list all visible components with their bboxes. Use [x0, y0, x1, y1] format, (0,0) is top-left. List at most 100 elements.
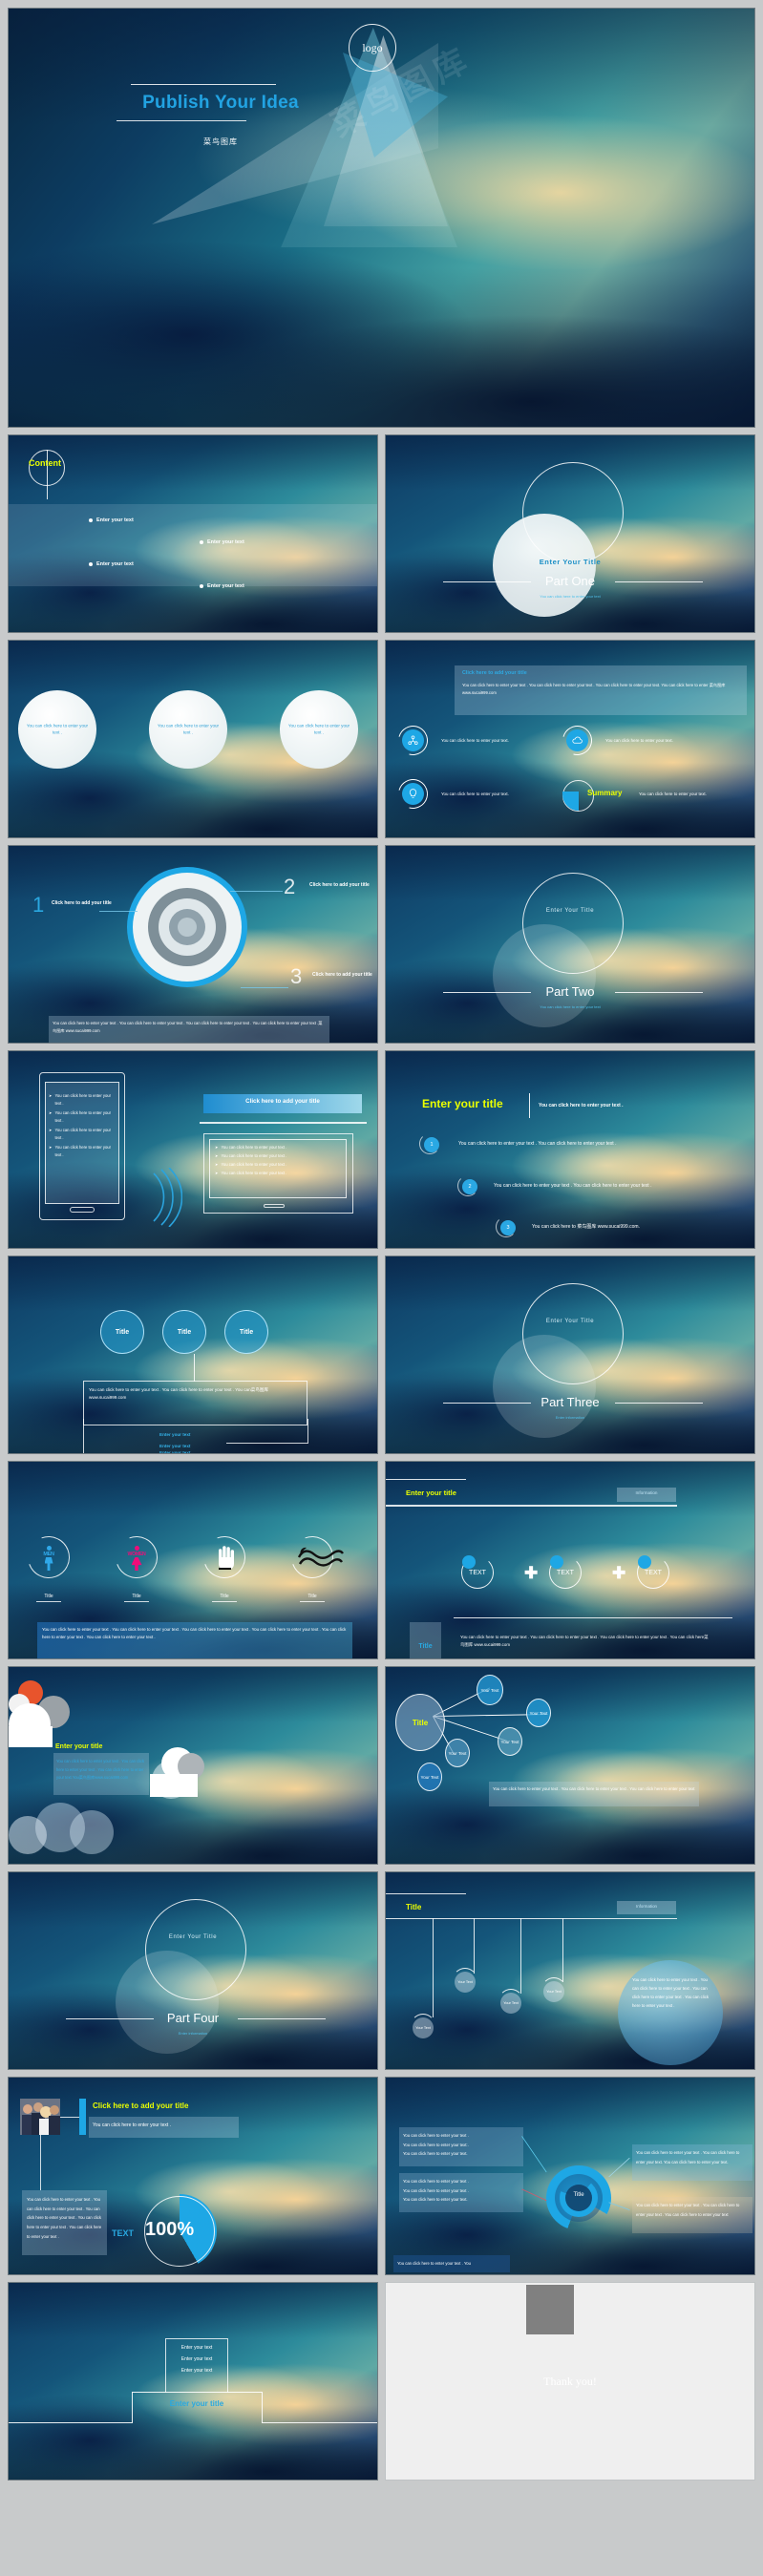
mindmap-center[interactable]: Title — [395, 1694, 445, 1751]
donut-connectors — [521, 2136, 630, 2211]
list-item[interactable]: ➤ You can click here to enter your text … — [215, 1152, 339, 1160]
signal-waves-icon — [153, 1168, 182, 1227]
list-item[interactable]: Enter your text — [89, 561, 134, 567]
timeline-node[interactable]: Your Text — [413, 2017, 434, 2038]
kpi-label: TEXT — [112, 2228, 135, 2238]
step-text[interactable]: Enter your text — [168, 2354, 225, 2365]
chevron-right-icon: ➤ — [49, 1144, 53, 1150]
slide-steps-end[interactable]: Enter your text Enter your text Enter yo… — [8, 2282, 378, 2481]
list-item[interactable]: ➤ You can click here to enter your text … — [215, 1170, 339, 1177]
hand-icon[interactable] — [214, 1544, 238, 1573]
mindmap-node[interactable]: Your Text — [526, 1699, 551, 1727]
mindmap-node[interactable]: Your Text — [417, 1763, 442, 1791]
women-icon[interactable]: WOMEN — [127, 1546, 146, 1571]
body-text: You can click here to enter your text . … — [89, 1387, 269, 1401]
list-item[interactable]: ➤ You can click here to enter your text … — [49, 1144, 117, 1159]
device-right-list: ➤ You can click here to enter your text … — [215, 1144, 339, 1177]
list-item-label: You can click here to enter your text . — [54, 1144, 112, 1157]
wave-icon[interactable] — [297, 1546, 345, 1571]
slide-summary[interactable]: Click here to add your title You can cli… — [385, 640, 755, 838]
slide-icons[interactable]: MEN Title WOMEN Title Title Title You ca… — [8, 1461, 378, 1659]
circle-badge[interactable]: Title — [100, 1310, 144, 1354]
slide-title-circles[interactable]: Title Title Title You can click here to … — [8, 1256, 378, 1454]
template-preview-page: logo Publish Your Idea 菜鸟图库 菜鸟图库 Content… — [0, 0, 763, 2576]
network-icon[interactable] — [402, 729, 424, 751]
timeline-node[interactable]: Your Text — [543, 1981, 564, 2002]
target-leader-line — [230, 891, 283, 892]
icon-label: Title — [28, 1594, 70, 1602]
list-item[interactable]: Enter your text — [200, 583, 244, 589]
photo-body: You can click here to enter your text . … — [27, 2197, 102, 2239]
slide-donut-blocks[interactable]: You can click here to enter your text . … — [385, 2077, 755, 2275]
step-text[interactable]: Enter your text — [168, 2365, 225, 2376]
slide-timeline[interactable]: Title Information Your Text Your Text Yo… — [385, 1871, 755, 2070]
step-label[interactable]: Enter your text — [159, 1450, 190, 1453]
device-bullet-list: ➤ You can click here to enter your text … — [49, 1092, 117, 1159]
part-note: Enter information — [555, 1415, 585, 1420]
slide-content[interactable]: Content Enter your text Enter your text … — [8, 434, 378, 633]
part-filled-circle — [493, 1335, 596, 1438]
icon-label: Title — [203, 1594, 245, 1602]
list-item[interactable]: ➤ You can click here to enter your text … — [49, 1092, 117, 1108]
step-text[interactable]: Enter your text — [168, 2342, 225, 2354]
step-label[interactable]: Enter your text — [159, 1432, 190, 1437]
step-ledge-right — [262, 2422, 377, 2423]
circle-badge-label: Title — [239, 1328, 254, 1336]
slide-device[interactable]: ➤ You can click here to enter your text … — [8, 1050, 378, 1249]
circle-item[interactable]: You can click here to enter your text . — [18, 690, 96, 769]
divider-rule — [454, 1617, 732, 1619]
slide-clouds[interactable]: Enter your title You can click here to e… — [8, 1666, 378, 1865]
slide-text-plus[interactable]: Enter your title Information TEXT ✚ TEXT… — [385, 1461, 755, 1659]
title-rule-bottom — [117, 120, 246, 121]
slide-title[interactable]: logo Publish Your Idea 菜鸟图库 菜鸟图库 — [8, 8, 755, 428]
mindmap-connectors — [433, 1687, 547, 1755]
steps-list: Enter your text Enter your text Enter yo… — [168, 2342, 225, 2376]
list-item[interactable]: ➤ You can click here to enter your text … — [215, 1161, 339, 1169]
circle-badge[interactable]: Title — [224, 1310, 268, 1354]
step-label[interactable]: Enter your text — [159, 1444, 190, 1448]
mindmap-node[interactable]: Your Text — [498, 1727, 522, 1756]
slide-part-three[interactable]: Enter Your Title Part Three Enter inform… — [385, 1256, 755, 1454]
list-item-label: You can click here to enter your text . — [221, 1145, 287, 1150]
mindmap-node[interactable]: Your Text — [477, 1675, 503, 1705]
step-label-text: Enter your text — [159, 1432, 191, 1437]
bulb-icon[interactable] — [402, 783, 424, 805]
icon-badge — [462, 1555, 476, 1569]
timeline-node[interactable]: Your Text — [500, 1993, 521, 2014]
icon-label: Title — [291, 1594, 333, 1602]
monitor-stand — [264, 1204, 285, 1208]
slide-target[interactable]: 1 Click here to add your title 2 Click h… — [8, 845, 378, 1044]
list-item[interactable]: ➤ You can click here to enter your text … — [215, 1144, 339, 1151]
cloud-base — [150, 1774, 198, 1797]
summary-text: You can click here to enter your text. — [639, 792, 707, 796]
slide-part-four[interactable]: Enter Your Title Part Four Enter informa… — [8, 1871, 378, 2070]
slide-thank-you[interactable]: Thank you! — [385, 2282, 755, 2481]
photo-title: Click here to add your title — [93, 2101, 189, 2110]
slide-numbered-list[interactable]: Enter your title You can click here to e… — [385, 1050, 755, 1249]
part-note: Enter information — [178, 2031, 208, 2036]
mindmap-node[interactable]: Your Text — [445, 1739, 470, 1767]
target-label: Click here to add your title — [309, 882, 370, 888]
list-item-label: Enter your text — [96, 561, 134, 567]
list-item[interactable]: Enter your text — [89, 517, 134, 523]
cloud-icon[interactable] — [566, 729, 588, 751]
slide-photo-kpi[interactable]: Click here to add your title You can cli… — [8, 2077, 378, 2275]
cloud-base — [9, 1726, 53, 1747]
slide-part-two[interactable]: Enter Your Title Part Two You can click … — [385, 845, 755, 1044]
slide-mindmap[interactable]: Title Your Text Your Text Your Text Your… — [385, 1666, 755, 1865]
circle-item[interactable]: You can click here to enter your text . — [280, 690, 358, 769]
circle-badge[interactable]: Title — [162, 1310, 206, 1354]
list-item[interactable]: ➤ You can click here to enter your text … — [49, 1109, 117, 1125]
target-leader-line — [241, 987, 288, 988]
slide-part-one[interactable]: Enter Your Title Part One You can click … — [385, 434, 755, 633]
list-item[interactable]: ➤ You can click here to enter your text … — [49, 1127, 117, 1142]
step-number: 1 — [424, 1137, 439, 1152]
men-icon[interactable]: MEN — [39, 1546, 58, 1571]
title-rule-bottom — [386, 1505, 677, 1507]
timeline-node[interactable]: Your Text — [455, 1972, 476, 1993]
slide-three-circles[interactable]: You can click here to enter your text . … — [8, 640, 378, 838]
circle-item[interactable]: You can click here to enter your text . — [149, 690, 227, 769]
text-plus-body: You can click here to enter your text . … — [460, 1635, 709, 1647]
list-item[interactable]: Enter your text — [200, 539, 244, 545]
placeholder-box — [526, 2285, 574, 2334]
